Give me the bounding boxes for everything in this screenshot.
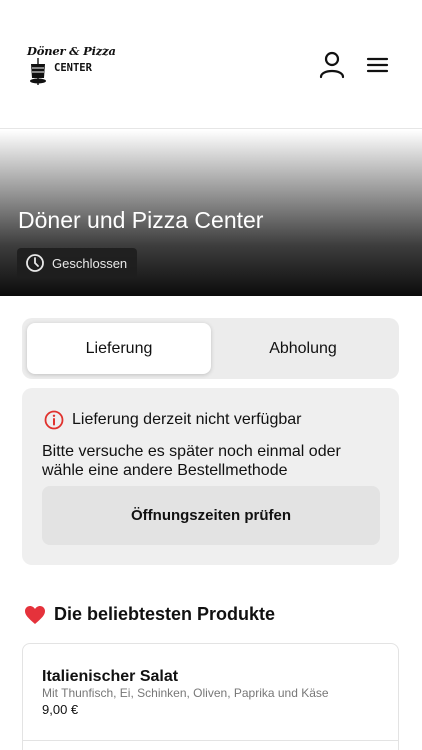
status-badge: Geschlossen [17, 248, 138, 278]
notice-message: Bitte versuche es später noch einmal ode… [42, 443, 341, 479]
app-header: Döner & Pizza CENTER [0, 0, 422, 129]
brand-logo[interactable]: Döner & Pizza CENTER [24, 44, 116, 88]
product-name: Italienischer Salat [42, 668, 179, 685]
logo-text-top: Döner & Pizza [27, 44, 116, 58]
notice-header: Lieferung derzeit nicht verfügbar [44, 410, 301, 430]
logo-text-bottom: CENTER [54, 62, 92, 74]
product-description: Mit Thunfisch, Ei, Schinken, Oliven, Pap… [42, 686, 329, 700]
restaurant-hero: Döner und Pizza Center Geschlossen [0, 130, 422, 296]
tab-pickup[interactable]: Abholung [211, 323, 395, 374]
doner-skewer-icon [30, 58, 46, 85]
status-text: Geschlossen [52, 255, 128, 271]
delivery-unavailable-notice: Lieferung derzeit nicht verfügbar Bitte … [22, 388, 399, 565]
tab-delivery[interactable]: Lieferung [27, 323, 211, 374]
info-icon [44, 410, 64, 430]
user-icon [319, 51, 345, 79]
account-button[interactable] [318, 51, 346, 79]
clock-icon [26, 254, 44, 272]
product-price: 9,00 € [42, 702, 79, 717]
notice-title: Lieferung derzeit nicht verfügbar [72, 411, 302, 428]
menu-button[interactable] [364, 53, 390, 77]
divider [23, 740, 398, 741]
order-mode-toggle: Lieferung Abholung [22, 318, 399, 379]
check-opening-hours-button[interactable]: Öffnungszeiten prüfen [42, 486, 380, 545]
product-card[interactable]: Italienischer Salat Mit Thunfisch, Ei, S… [22, 643, 399, 750]
heart-icon [25, 605, 45, 624]
restaurant-name: Döner und Pizza Center [18, 207, 264, 233]
popular-products-heading: Die beliebtesten Produkte [24, 604, 275, 625]
hamburger-menu-icon [366, 57, 389, 73]
section-title-text: Die beliebtesten Produkte [54, 604, 276, 624]
